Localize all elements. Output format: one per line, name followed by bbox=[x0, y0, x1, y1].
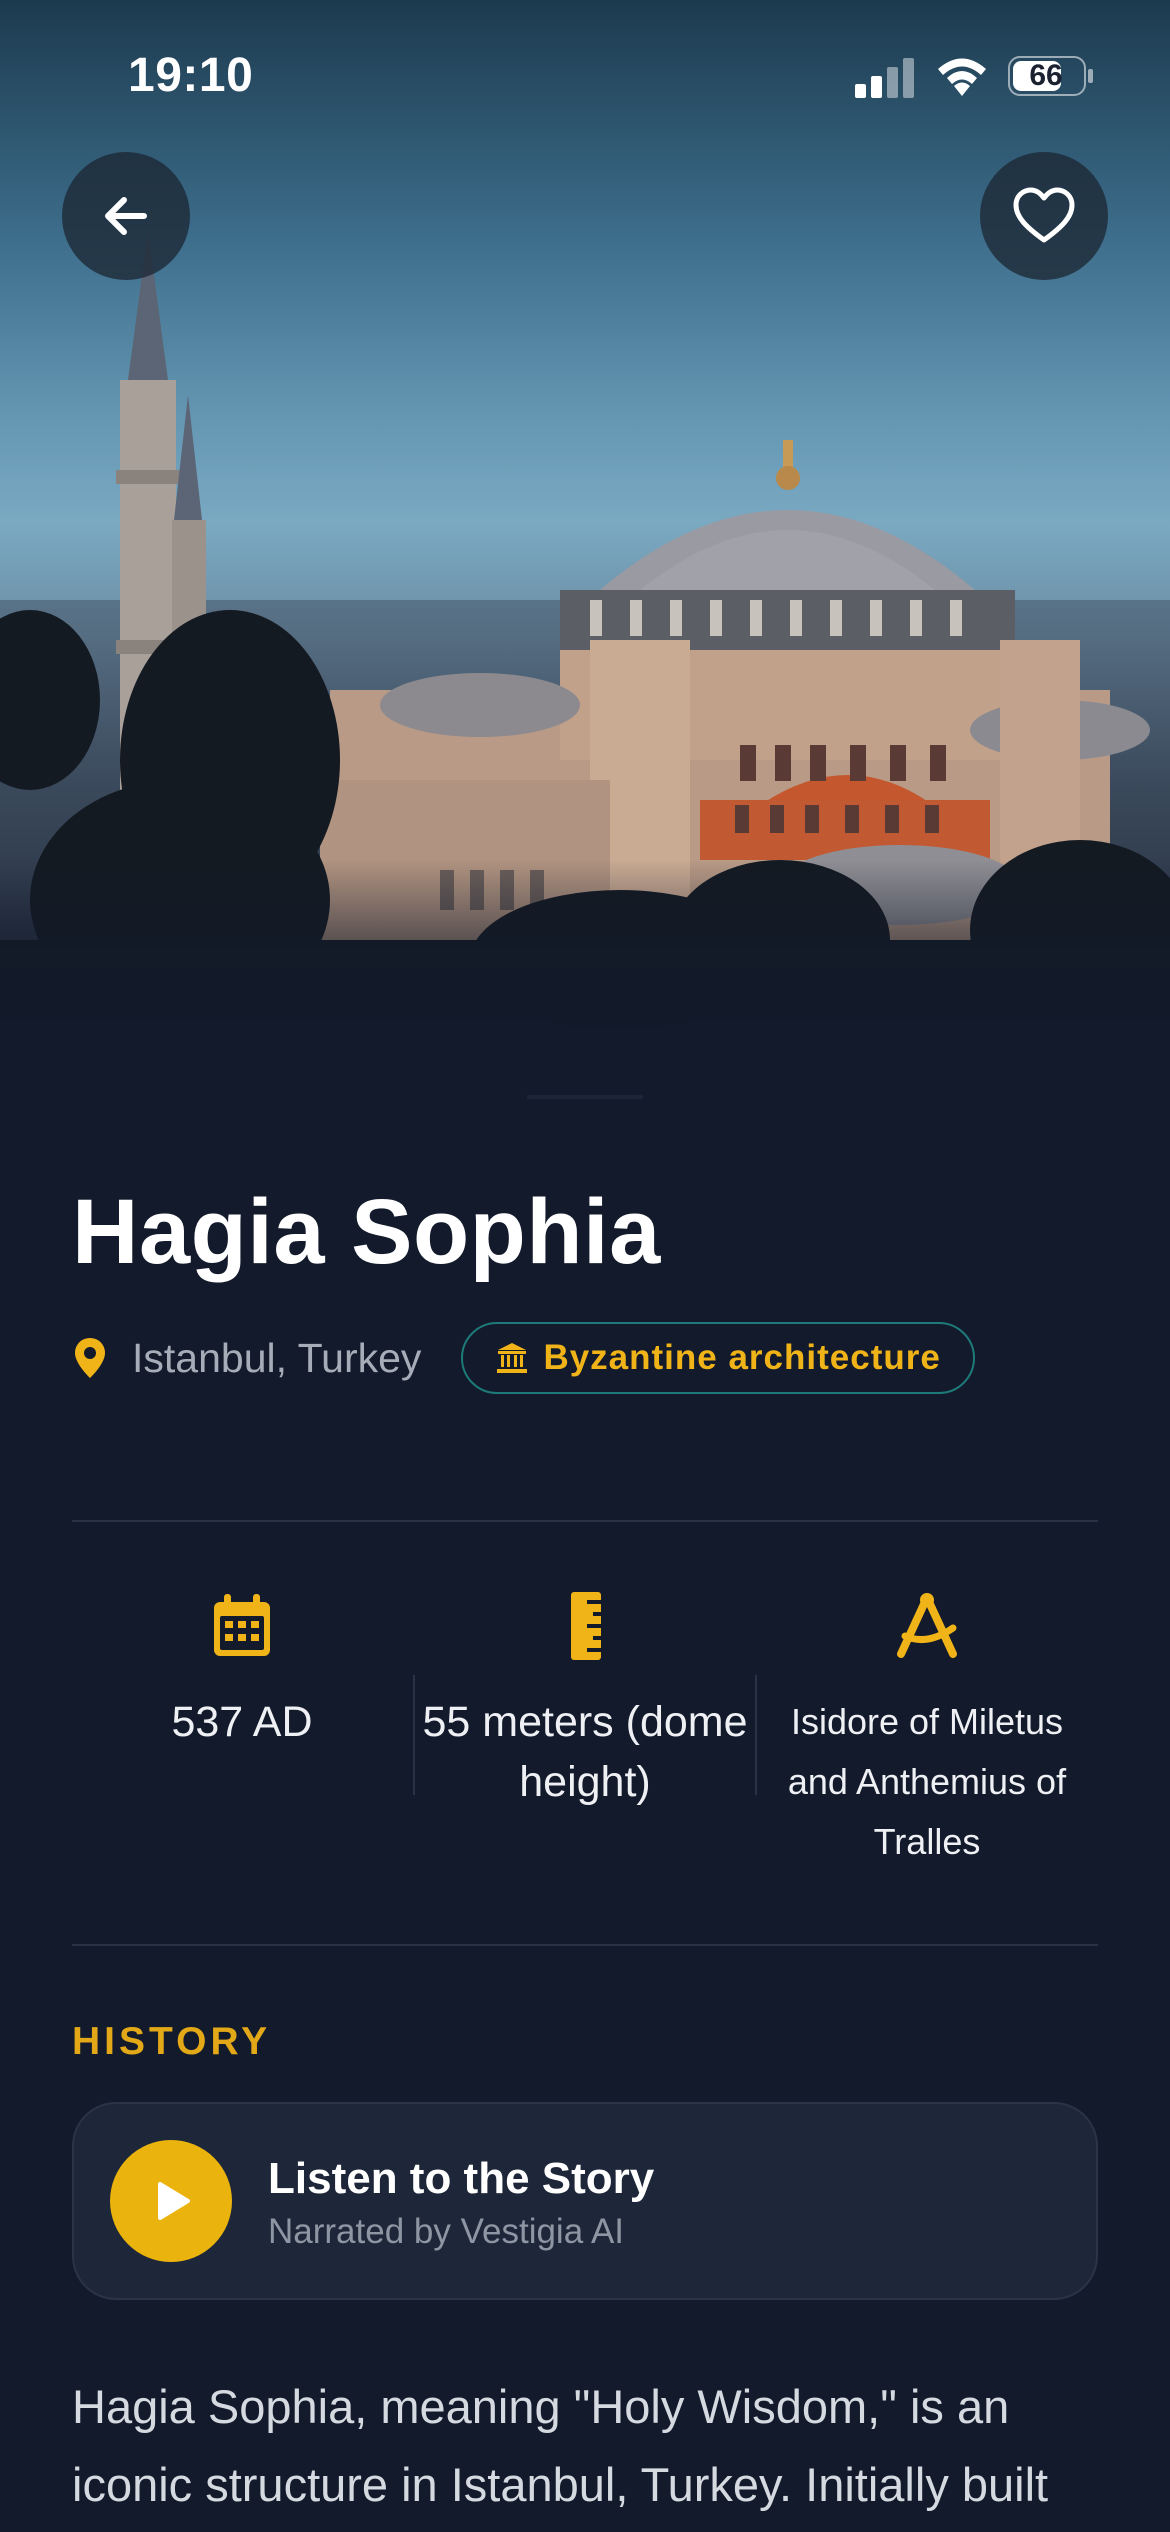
hero-image bbox=[0, 0, 1170, 1090]
audio-subtitle: Narrated by Vestigia AI bbox=[268, 2212, 625, 2251]
location-text: Istanbul, Turkey bbox=[132, 1334, 422, 1381]
sheet-handle[interactable] bbox=[527, 1095, 643, 1099]
wifi-icon bbox=[938, 58, 986, 96]
favorite-button[interactable] bbox=[980, 152, 1108, 280]
status-bar: 19:10 66 bbox=[0, 0, 1170, 150]
calendar-icon bbox=[214, 1594, 270, 1656]
divider-bottom bbox=[72, 1944, 1098, 1946]
stat-year-value: 537 AD bbox=[171, 1698, 313, 1746]
landmark-title: Hagia Sophia bbox=[72, 1181, 661, 1283]
location-pin-icon bbox=[75, 1338, 105, 1378]
divider-top bbox=[72, 1520, 1098, 1522]
landmark-detail-screen: 19:10 66 Hagia Sophia Istanbul, Turkey B… bbox=[0, 0, 1170, 2532]
history-body-text: Hagia Sophia, meaning "Holy Wisdom," is … bbox=[72, 2380, 1049, 2511]
museum-icon bbox=[497, 1343, 528, 1373]
status-time: 19:10 bbox=[128, 49, 254, 102]
stat-year: 537 AD bbox=[72, 1590, 412, 1752]
history-heading: HISTORY bbox=[72, 2020, 272, 2063]
compass-icon bbox=[897, 1593, 957, 1658]
play-icon bbox=[158, 2182, 190, 2220]
heart-icon bbox=[1013, 187, 1075, 243]
arrow-left-icon bbox=[105, 197, 147, 235]
battery-level: 66 bbox=[1029, 59, 1063, 92]
stat-architect-value: Isidore of Miletus and Anthemius of Tral… bbox=[787, 1701, 1067, 1862]
audio-title: Listen to the Story bbox=[268, 2154, 655, 2203]
play-button[interactable] bbox=[110, 2140, 232, 2262]
location-row: Istanbul, Turkey Byzantine architecture bbox=[72, 1322, 975, 1394]
listen-story-card[interactable]: Listen to the Story Narrated by Vestigia… bbox=[72, 2102, 1098, 2300]
hero-gradient bbox=[0, 860, 1170, 1090]
signal-icon bbox=[855, 58, 914, 98]
ruler-icon bbox=[571, 1592, 601, 1660]
architecture-tag[interactable]: Byzantine architecture bbox=[461, 1322, 975, 1394]
back-button[interactable] bbox=[62, 152, 190, 280]
stat-architect: Isidore of Miletus and Anthemius of Tral… bbox=[757, 1590, 1097, 1872]
architecture-tag-label: Byzantine architecture bbox=[543, 1338, 941, 1377]
stat-height-value: 55 meters (dome height) bbox=[422, 1698, 748, 1806]
stat-height: 55 meters (dome height) bbox=[415, 1590, 755, 1812]
